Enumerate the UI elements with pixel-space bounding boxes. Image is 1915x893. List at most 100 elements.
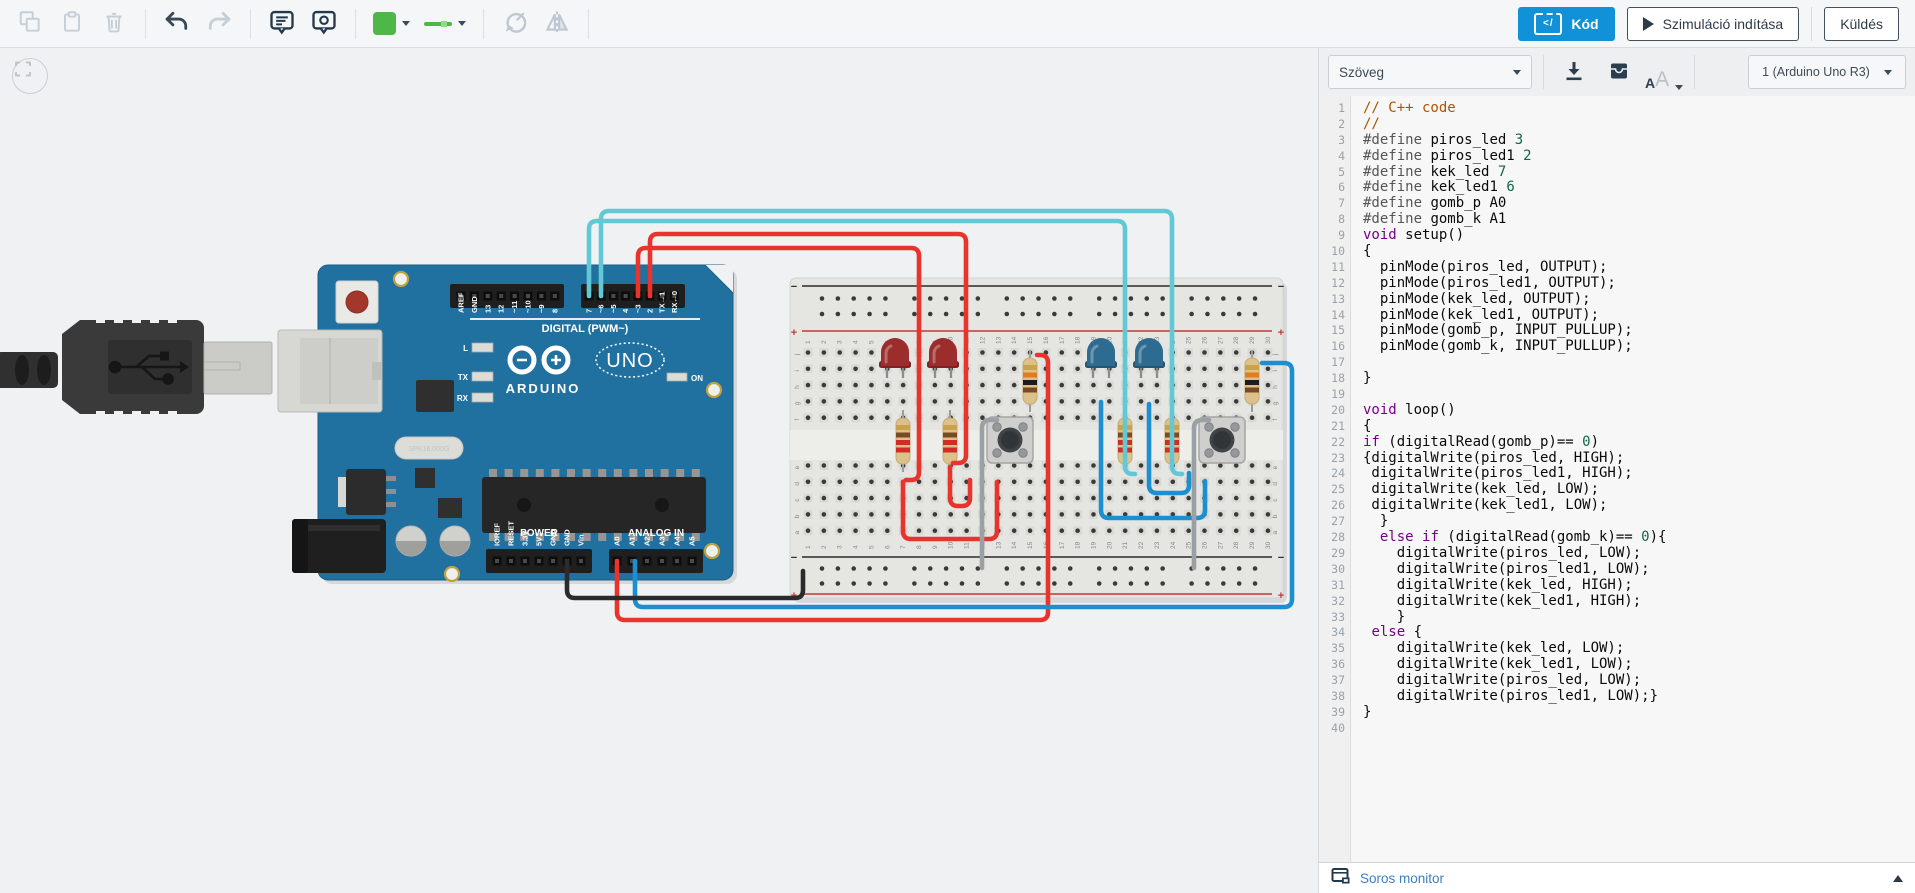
copy-button[interactable] — [10, 5, 50, 43]
svg-text:2: 2 — [821, 545, 828, 549]
svg-text:j: j — [1272, 354, 1279, 356]
wire-style-button[interactable] — [418, 5, 472, 43]
svg-text:d: d — [794, 482, 801, 486]
svg-text:3: 3 — [837, 545, 844, 549]
svg-text:23: 23 — [1154, 541, 1161, 549]
flip-button[interactable] — [537, 5, 577, 43]
svg-text:14: 14 — [1011, 336, 1018, 344]
component-color-button[interactable] — [367, 5, 416, 43]
code-panel: Szöveg A A 1 (Arduino Uno R3) — [1318, 48, 1915, 893]
code-line: pinMode(kek_led1, OUTPUT); — [1363, 308, 1915, 324]
libraries-button[interactable] — [1600, 54, 1638, 90]
svg-text:20: 20 — [1106, 541, 1113, 549]
delete-button[interactable] — [94, 5, 134, 43]
pushbutton-1[interactable] — [987, 417, 1033, 463]
serial-monitor-bar[interactable]: Soros monitor — [1319, 862, 1915, 893]
svg-text:13: 13 — [483, 305, 492, 313]
chevron-down-icon — [1675, 85, 1683, 90]
arduino-uno-board[interactable]: ARDUINO UNO DIGITAL (PWM~) POWER ANALOG … — [278, 265, 737, 584]
svg-text:1: 1 — [805, 340, 812, 344]
send-label: Küldés — [1840, 16, 1883, 32]
toolbar-divider — [250, 9, 251, 39]
svg-text:15: 15 — [1027, 541, 1034, 549]
chevron-up-icon — [1893, 875, 1903, 882]
undo-icon — [163, 8, 191, 39]
svg-text:12: 12 — [497, 305, 506, 313]
svg-text:GND: GND — [563, 529, 572, 546]
serial-monitor-label: Soros monitor — [1360, 871, 1444, 886]
svg-text:~3: ~3 — [633, 304, 642, 313]
send-button[interactable]: Küldés — [1824, 7, 1899, 41]
board-select[interactable]: 1 (Arduino Uno R3) — [1748, 55, 1906, 89]
svg-text:28: 28 — [1233, 541, 1240, 549]
svg-text:g: g — [1272, 401, 1279, 405]
svg-text:26: 26 — [1202, 541, 1209, 549]
rotate-button[interactable] — [495, 5, 535, 43]
svg-text:6: 6 — [884, 545, 891, 549]
color-swatch-icon — [373, 12, 396, 35]
label-button[interactable] — [304, 5, 344, 43]
code-text-area[interactable]: // C++ code//#define piros_led 3#define … — [1351, 96, 1915, 862]
svg-text:13: 13 — [995, 336, 1002, 344]
code-line: digitalWrite(piros_led, LOW); — [1363, 546, 1915, 562]
code-panel-toggle-button[interactable]: </ Kód — [1518, 7, 1614, 41]
svg-text:h: h — [1272, 385, 1279, 389]
code-line — [1363, 387, 1915, 403]
usb-cable[interactable] — [0, 317, 272, 417]
code-mode-value: Szöveg — [1339, 65, 1384, 80]
svg-text:1: 1 — [805, 545, 812, 549]
chevron-down-icon — [402, 21, 410, 26]
svg-text:4: 4 — [853, 340, 860, 344]
resistor-10k-6[interactable] — [1245, 350, 1259, 412]
svg-text:29: 29 — [1249, 336, 1256, 344]
start-simulation-button[interactable]: Szimuláció indítása — [1627, 7, 1800, 41]
svg-text:AREF: AREF — [457, 292, 466, 313]
undo-button[interactable] — [157, 5, 197, 43]
svg-text:~10: ~10 — [524, 300, 533, 313]
notes-button[interactable] — [262, 5, 302, 43]
code-line: digitalWrite(piros_led1, LOW); — [1363, 562, 1915, 578]
code-mode-select[interactable]: Szöveg — [1328, 55, 1532, 89]
svg-text:11: 11 — [964, 542, 971, 549]
svg-text:i: i — [1272, 370, 1279, 371]
toolbar-divider — [588, 9, 589, 39]
svg-text:18: 18 — [1075, 541, 1082, 549]
redo-button[interactable] — [199, 5, 239, 43]
svg-text:−: − — [791, 552, 797, 564]
svg-text:2: 2 — [646, 309, 655, 313]
code-line: digitalWrite(kek_led1, LOW); — [1363, 498, 1915, 514]
svg-text:5: 5 — [868, 545, 875, 549]
text-size-button[interactable]: A A — [1645, 54, 1683, 90]
code-editor: 1234567891011121314151617181920212223242… — [1319, 96, 1915, 862]
on-led-label: ON — [691, 374, 703, 383]
reset-button[interactable] — [346, 291, 368, 313]
resistor-220-1[interactable] — [896, 410, 910, 472]
circuit-canvas[interactable]: ARDUINO UNO DIGITAL (PWM~) POWER ANALOG … — [0, 48, 1318, 893]
code-line: #define gomb_k A1 — [1363, 212, 1915, 228]
code-line: digitalWrite(kek_led1, HIGH); — [1363, 594, 1915, 610]
chevron-down-icon — [1884, 70, 1892, 75]
paste-button[interactable] — [52, 5, 92, 43]
svg-text:A5: A5 — [688, 536, 697, 546]
svg-text:19: 19 — [1090, 541, 1097, 549]
svg-text:5V: 5V — [535, 537, 544, 546]
download-code-button[interactable] — [1555, 54, 1593, 90]
pushbutton-2[interactable] — [1199, 417, 1245, 463]
svg-text:15: 15 — [1027, 336, 1034, 344]
resistor-10k-3[interactable] — [1023, 350, 1037, 412]
code-line: pinMode(gomb_k, INPUT_PULLUP); — [1363, 339, 1915, 355]
svg-text:+: + — [1278, 590, 1284, 602]
svg-text:i: i — [794, 370, 801, 371]
notes-icon — [268, 8, 296, 39]
toolbar-divider — [145, 9, 146, 39]
zoom-to-fit-button[interactable] — [12, 58, 48, 94]
svg-text:26: 26 — [1202, 336, 1209, 344]
code-line: if (digitalRead(gomb_p)== 0) — [1363, 435, 1915, 451]
code-line — [1363, 721, 1915, 737]
led-l-label: L — [463, 344, 468, 353]
arduino-brand-label: ARDUINO — [506, 381, 581, 396]
code-line: pinMode(kek_led, OUTPUT); — [1363, 292, 1915, 308]
led-rx-label: RX — [457, 394, 469, 403]
code-line: digitalWrite(kek_led, LOW); — [1363, 641, 1915, 657]
svg-text:IOREF: IOREF — [493, 523, 502, 546]
